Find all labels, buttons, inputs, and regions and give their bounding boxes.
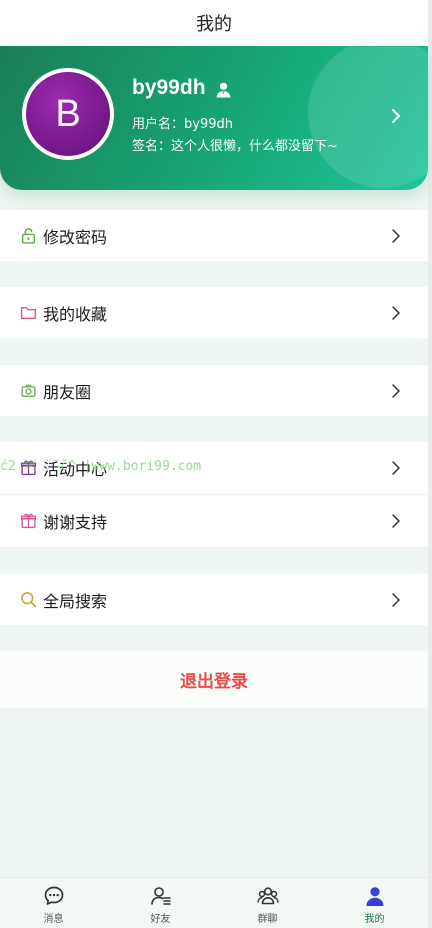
menu-label: 修改密码 (43, 227, 108, 247)
menu-item-favorites[interactable]: 我的收藏 (0, 287, 428, 338)
avatar-letter: B (55, 92, 81, 135)
chevron-right-icon (392, 461, 400, 475)
scrollbar-track[interactable] (428, 0, 432, 928)
menu-label: 我的收藏 (43, 304, 108, 324)
chevron-right-icon (392, 229, 400, 243)
user-icon (366, 887, 383, 906)
page-header: 我的 (0, 0, 428, 46)
menu-item-moments[interactable]: 朋友圈 (0, 365, 428, 416)
chevron-right-icon (392, 593, 400, 607)
logout-button[interactable]: 退出登录 (0, 651, 428, 708)
friends-icon (150, 887, 171, 905)
signature: 签名：这个人很懒，什么都没留下~ (132, 139, 338, 154)
chevron-right-icon (392, 306, 400, 320)
tab-label: 消息 (43, 914, 64, 925)
chevron-right-icon (392, 384, 400, 398)
chevron-right-icon[interactable] (388, 106, 404, 126)
tab-group-chat[interactable]: 群聊 (214, 878, 321, 928)
tab-messages[interactable]: 消息 (0, 878, 107, 928)
camera-icon (21, 384, 36, 398)
profile-card[interactable]: B by99dh 用户名：by99dh 签名：这个人很懒，什么都没留下~ (0, 46, 428, 190)
bottom-tab-bar: 消息 好友 群聊 我的 (0, 877, 428, 928)
tab-label: 好友 (150, 914, 171, 925)
menu-label: 全局搜索 (43, 591, 108, 611)
gift-icon (20, 513, 37, 529)
menu-label: 朋友圈 (43, 382, 92, 402)
decorative-circle (308, 46, 428, 188)
user-badge-icon (216, 82, 231, 98)
menu-item-global-search[interactable]: 全局搜索 (0, 574, 428, 625)
chevron-right-icon (392, 514, 400, 528)
tab-friends[interactable]: 好友 (107, 878, 214, 928)
avatar[interactable]: B (22, 68, 114, 160)
search-icon (21, 592, 37, 608)
group-icon (256, 887, 279, 905)
logout-label: 退出登录 (180, 672, 248, 692)
watermark-overlay: ć2 🙨 ̈ ̃ č^ |www.bori99.com (0, 459, 202, 474)
tab-label: 群聊 (257, 914, 278, 925)
menu-label: 谢谢支持 (43, 513, 108, 532)
menu-item-change-password[interactable]: 修改密码 (0, 210, 428, 261)
folder-icon (20, 307, 37, 320)
lock-icon (21, 228, 36, 244)
chat-icon (44, 886, 63, 905)
username: 用户名：by99dh (132, 117, 233, 132)
nickname: by99dh (132, 76, 206, 99)
menu-item-thanks-support[interactable]: 谢谢支持 (0, 495, 428, 547)
tab-me[interactable]: 我的 (321, 878, 428, 928)
page-title: 我的 (196, 14, 232, 35)
tab-label: 我的 (364, 914, 385, 925)
